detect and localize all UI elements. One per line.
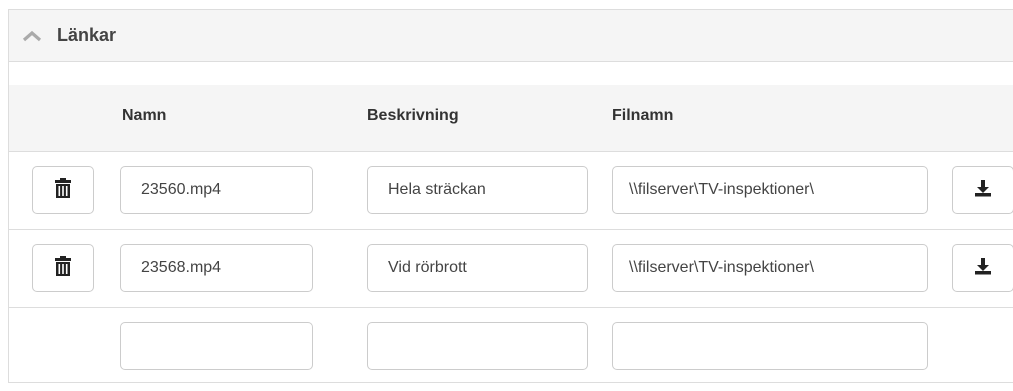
column-header-namn: Namn xyxy=(122,107,167,124)
column-header-filnamn: Filnamn xyxy=(612,107,674,124)
chevron-up-icon[interactable] xyxy=(21,29,43,43)
table-row-new xyxy=(9,308,1013,382)
download-icon xyxy=(974,257,992,280)
filnamn-input[interactable] xyxy=(612,244,928,292)
filnamn-input[interactable] xyxy=(612,322,928,370)
download-button[interactable] xyxy=(952,244,1013,292)
namn-input[interactable] xyxy=(120,322,313,370)
namn-input[interactable] xyxy=(120,244,313,292)
beskrivning-input[interactable] xyxy=(367,244,588,292)
namn-input[interactable] xyxy=(120,166,313,214)
column-header-beskrivning: Beskrivning xyxy=(367,107,459,124)
download-button[interactable] xyxy=(952,166,1013,214)
delete-button[interactable] xyxy=(32,244,94,292)
table-header: Namn Beskrivning Filnamn xyxy=(9,85,1013,152)
panel-title: Länkar xyxy=(57,25,117,45)
beskrivning-input[interactable] xyxy=(367,166,588,214)
links-table: Namn Beskrivning Filnamn xyxy=(9,85,1013,382)
beskrivning-input[interactable] xyxy=(367,322,588,370)
filnamn-input[interactable] xyxy=(612,166,928,214)
panel-header[interactable]: Länkar xyxy=(9,10,1013,62)
table-row xyxy=(9,152,1013,230)
links-panel: Länkar Namn Beskrivning Filnamn xyxy=(8,9,1013,383)
table-row xyxy=(9,230,1013,308)
delete-button[interactable] xyxy=(32,166,94,214)
download-icon xyxy=(974,179,992,202)
trash-icon xyxy=(54,255,72,281)
trash-icon xyxy=(54,177,72,203)
